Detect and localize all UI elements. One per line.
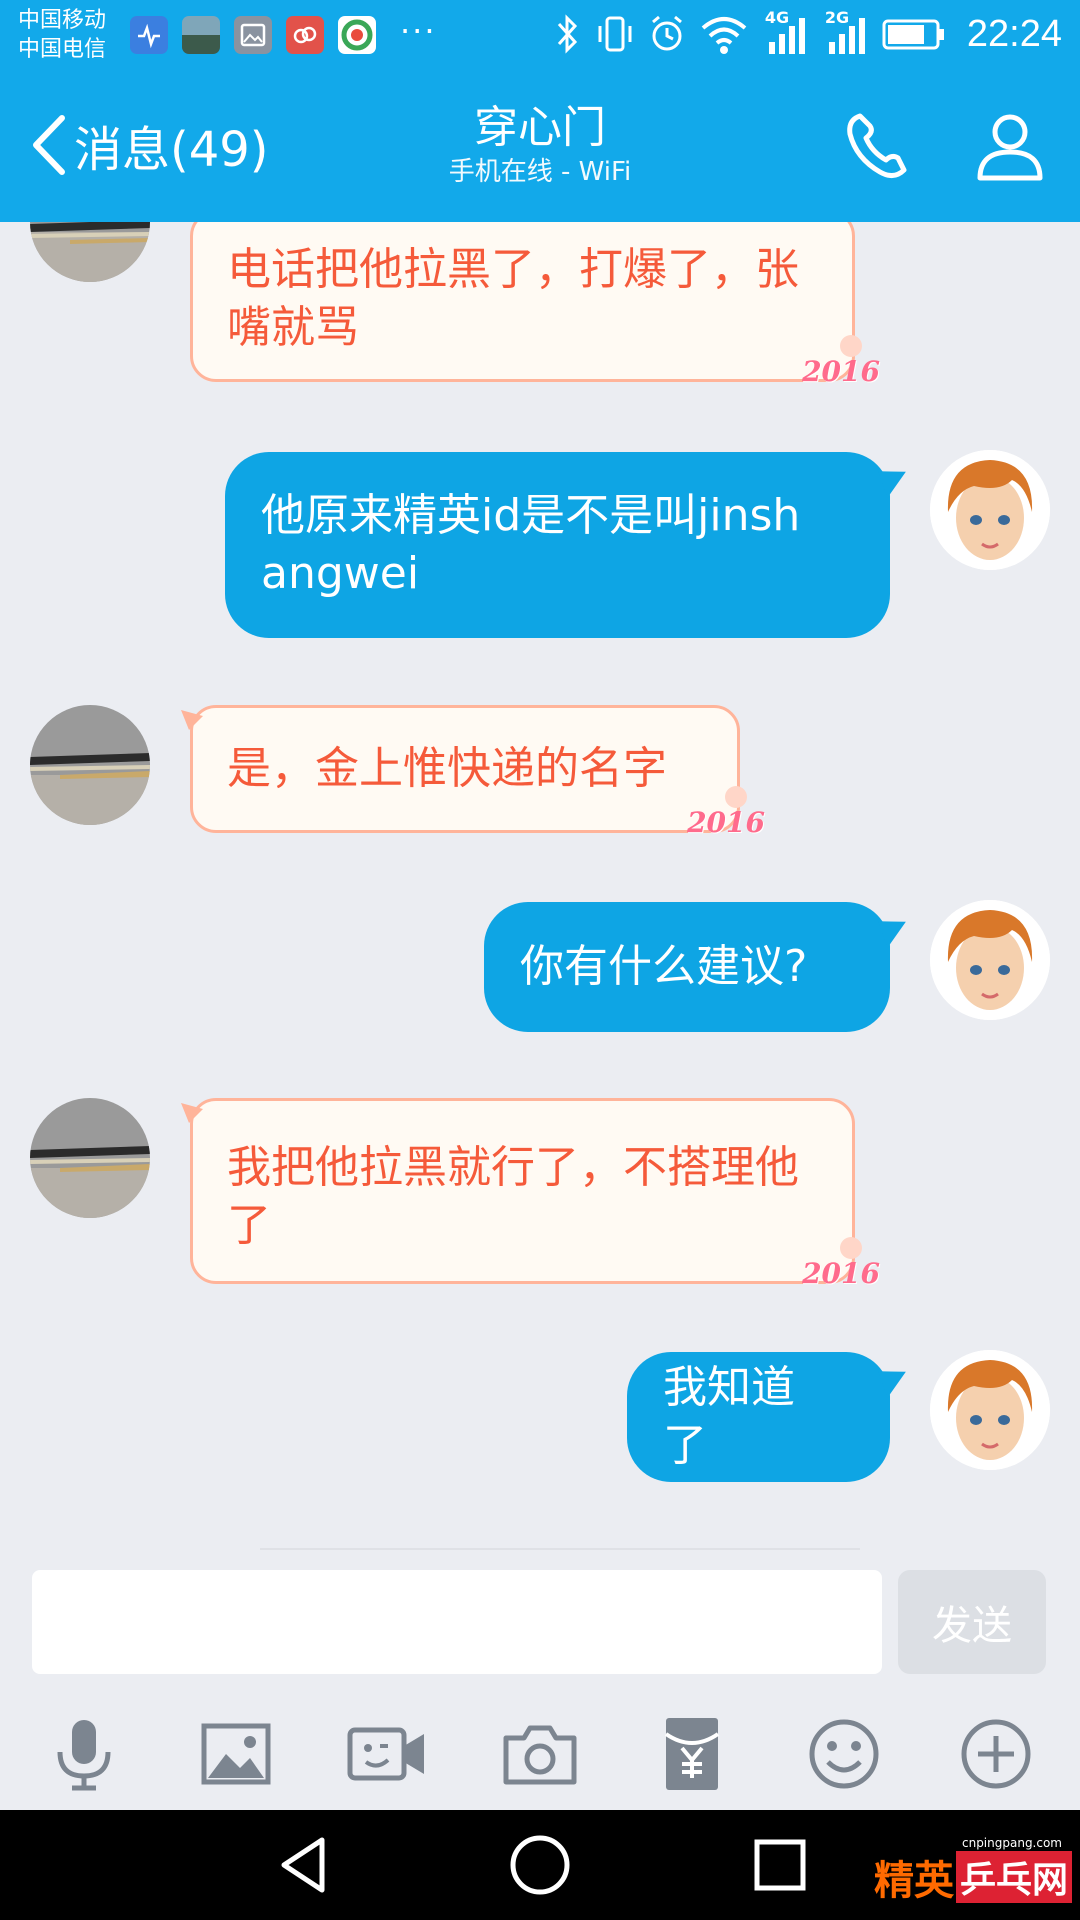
watermark-brand-b: 乒乓网	[955, 1851, 1072, 1903]
square-recents-icon	[754, 1839, 806, 1891]
message-text: 你有什么建议?	[520, 941, 808, 992]
gallery-app-icon	[234, 16, 272, 54]
back-label: 消息(49)	[74, 122, 269, 178]
watermark-brand-a: 精英	[873, 1857, 954, 1904]
send-button[interactable]: 发送	[898, 1570, 1046, 1674]
carrier-2: 中国电信	[18, 37, 107, 62]
triangle-back-icon	[281, 1837, 325, 1893]
cloud-app-icon	[286, 16, 324, 54]
video-call-icon[interactable]	[346, 1712, 430, 1796]
battery-icon	[882, 19, 944, 50]
page-title: 穿心门	[474, 102, 606, 153]
message-bubble-incoming[interactable]: 我把他拉黑就行了，不搭理他了 2016	[181, 1098, 880, 1290]
my-avatar[interactable]	[930, 450, 1050, 570]
clock: 22:24	[966, 12, 1062, 55]
message-text: 我知道了	[663, 1362, 795, 1471]
network-type-2: 2G	[824, 8, 850, 27]
back-button[interactable]: 消息(49)	[26, 110, 269, 180]
camera-icon[interactable]	[498, 1712, 582, 1796]
contact-avatar[interactable]	[30, 705, 150, 825]
bluetooth-icon	[557, 14, 577, 54]
notification-icons	[130, 16, 376, 54]
message-bubble-outgoing[interactable]: 他原来精英id是不是叫jinshangwei	[225, 452, 913, 638]
recents-nav-button[interactable]	[745, 1830, 815, 1900]
site-watermark: cnpingpang.com 精英 乒乓网	[873, 1836, 1072, 1906]
my-avatar[interactable]	[930, 1350, 1050, 1470]
browser-app-icon	[338, 16, 376, 54]
online-status: 手机在线 - WiFi	[448, 157, 632, 187]
my-avatar[interactable]	[930, 900, 1050, 1020]
message-text: 我把他拉黑就行了，不搭理他了	[227, 1142, 799, 1251]
message-input[interactable]	[32, 1570, 882, 1674]
message-bubble-incoming[interactable]: 电话把他拉黑了，打爆了，张嘴就骂 2016	[190, 222, 880, 388]
wifi-icon	[701, 17, 747, 54]
status-bar: 中国移动 中国电信 ··· 4G 2G 22:24	[0, 0, 1080, 72]
input-divider	[260, 1548, 860, 1550]
message-list[interactable]: 电话把他拉黑了，打爆了，张嘴就骂 2016 他原来精英id是不是叫jinshan…	[0, 222, 1080, 1550]
network-type-1: 4G	[764, 8, 790, 27]
contact-avatar[interactable]	[30, 1098, 150, 1218]
bubble-year-sticker: 2016	[802, 1257, 880, 1290]
chat-header: 消息(49) 穿心门 手机在线 - WiFi	[0, 72, 1080, 222]
message-bubble-outgoing[interactable]: 我知道了	[627, 1352, 913, 1482]
landscape-app-icon	[182, 16, 220, 54]
home-nav-button[interactable]	[505, 1830, 575, 1900]
profile-button[interactable]	[970, 106, 1050, 186]
red-packet-icon[interactable]	[650, 1712, 734, 1796]
contact-avatar[interactable]	[30, 222, 150, 282]
microphone-icon[interactable]	[42, 1712, 126, 1796]
vibrate-icon	[598, 16, 632, 52]
bubble-year-sticker: 2016	[687, 806, 765, 839]
alarm-icon	[651, 15, 682, 51]
plus-icon[interactable]	[954, 1712, 1038, 1796]
call-button[interactable]	[840, 106, 920, 186]
back-nav-button[interactable]	[270, 1830, 340, 1900]
bubble-tail	[181, 710, 203, 730]
more-notifications-icon: ···	[400, 12, 437, 50]
watermark-site: cnpingpang.com	[961, 1836, 1062, 1850]
bubble-tail	[877, 462, 913, 498]
signal-1: 4G	[761, 8, 809, 58]
bubble-tail	[181, 1103, 203, 1123]
bubble-tail	[877, 912, 913, 948]
message-bubble-outgoing[interactable]: 你有什么建议?	[484, 902, 913, 1032]
image-icon[interactable]	[194, 1712, 278, 1796]
bubble-tail	[877, 1362, 913, 1398]
carrier-1: 中国移动	[18, 8, 107, 33]
message-text: 是，金上惟快递的名字	[227, 743, 667, 794]
health-app-icon	[130, 16, 168, 54]
phone-icon	[847, 113, 907, 178]
message-text: 电话把他拉黑了，打爆了，张嘴就骂	[227, 244, 799, 353]
person-icon	[977, 114, 1043, 181]
signal-2: 2G	[821, 8, 869, 58]
bubble-year-sticker: 2016	[802, 355, 880, 388]
circle-home-icon	[510, 1835, 570, 1895]
system-indicators: 4G 2G 22:24	[553, 8, 1062, 58]
message-text: 他原来精英id是不是叫jinshangwei	[261, 490, 801, 599]
emoji-icon[interactable]	[802, 1712, 886, 1796]
carrier-labels: 中国移动 中国电信	[18, 6, 106, 64]
message-bubble-incoming[interactable]: 是，金上惟快递的名字 2016	[181, 705, 765, 839]
chat-toolbar	[0, 1700, 1080, 1810]
chevron-left-icon	[33, 115, 65, 175]
contact-info[interactable]: 穿心门 手机在线 - WiFi	[340, 102, 740, 190]
